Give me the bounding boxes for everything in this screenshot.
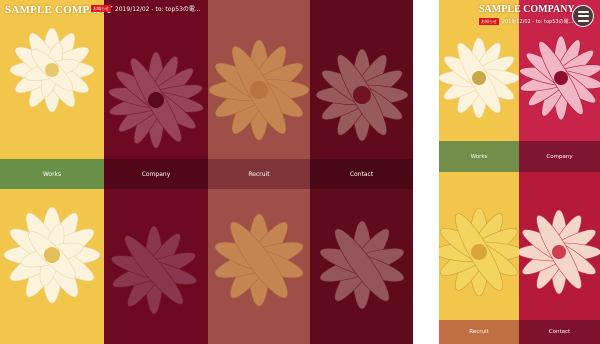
news-badge: お知らせ xyxy=(91,5,111,12)
mobile-nav-company[interactable]: Company xyxy=(519,141,600,172)
panel-works[interactable]: Works xyxy=(0,0,104,344)
desktop-preview: SAMPLE COMPANY お知らせ 2019/12/02 - to: top… xyxy=(0,0,413,344)
news-text[interactable]: 2019/12/02 - to: top53の電... xyxy=(115,4,201,13)
panel-company[interactable]: Company xyxy=(104,0,208,344)
nav-company[interactable]: Company xyxy=(104,159,208,189)
mobile-preview: SAMPLE COMPANY お知らせ 2019/12/02 - to: top… xyxy=(439,0,600,344)
mobile-tile-contact[interactable]: Contact xyxy=(519,172,600,344)
chrysanthemum-image xyxy=(519,209,600,295)
mobile-news-badge: お知らせ xyxy=(479,18,499,25)
hamburger-menu-icon[interactable] xyxy=(572,5,594,27)
nav-recruit[interactable]: Recruit xyxy=(208,159,310,189)
chrysanthemum-image xyxy=(439,207,519,297)
mobile-site-logo[interactable]: SAMPLE COMPANY xyxy=(479,4,575,15)
nav-contact[interactable]: Contact xyxy=(310,159,413,189)
mobile-nav-recruit[interactable]: Recruit xyxy=(439,320,519,344)
panel-recruit[interactable]: Recruit xyxy=(208,0,310,344)
mobile-news-text[interactable]: 2019/12/02 - to: top53の電... xyxy=(502,18,573,25)
mobile-nav-contact[interactable]: Contact xyxy=(519,320,600,344)
panel-contact[interactable]: Contact xyxy=(310,0,413,344)
mobile-news-ticker[interactable]: お知らせ 2019/12/02 - to: top53の電... xyxy=(479,18,573,25)
news-ticker[interactable]: お知らせ 2019/12/02 - to: top53の電... xyxy=(91,4,201,13)
mobile-tile-recruit[interactable]: Recruit xyxy=(439,172,519,344)
mobile-tile-works[interactable]: Works xyxy=(439,0,519,172)
mobile-nav-works[interactable]: Works xyxy=(439,141,519,172)
nav-works[interactable]: Works xyxy=(0,159,104,189)
